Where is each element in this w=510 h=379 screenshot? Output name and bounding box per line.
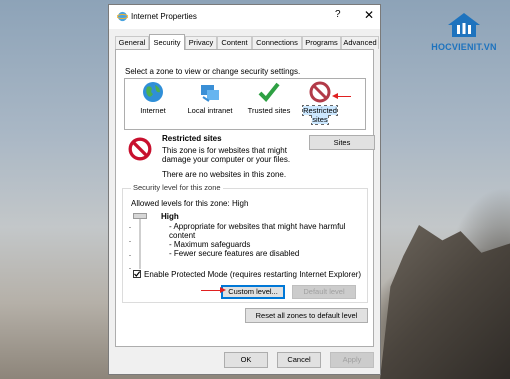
tab-programs[interactable]: Programs: [302, 36, 341, 49]
checkmark-icon: [258, 82, 280, 102]
protected-mode-label: Enable Protected Mode (requires restarti…: [144, 270, 361, 279]
zone-internet[interactable]: Internet: [126, 81, 180, 115]
custom-level-button[interactable]: Custom level...: [221, 285, 285, 299]
zone-description-line1: This zone is for websites that might: [162, 146, 287, 155]
zone-label: Restricted sites: [302, 105, 338, 125]
security-level-group: Security level for this zone Allowed lev…: [122, 183, 368, 303]
logo-mark-icon: [448, 13, 480, 37]
checkmark-icon: [134, 271, 141, 277]
protected-mode-checkbox[interactable]: [133, 270, 141, 278]
annotation-arrow: [201, 287, 226, 293]
slider-thumb[interactable]: [133, 213, 147, 219]
no-entry-icon: [309, 81, 331, 103]
zone-trusted-sites[interactable]: Trusted sites: [242, 81, 296, 115]
title-bar[interactable]: Internet Properties ? ✕: [109, 5, 380, 29]
zone-empty-text: There are no websites in this zone.: [162, 170, 287, 179]
group-label: Security level for this zone: [131, 183, 223, 192]
zone-label: Local intranet: [187, 106, 233, 115]
level-bullet: - Maximum safeguards: [169, 240, 251, 249]
sites-button[interactable]: Sites: [309, 135, 375, 150]
tab-content[interactable]: Content: [217, 36, 252, 49]
ok-button[interactable]: OK: [224, 352, 268, 368]
reset-all-zones-button[interactable]: Reset all zones to default level: [245, 308, 368, 323]
window-title: Internet Properties: [131, 12, 197, 21]
apply-button[interactable]: Apply: [330, 352, 374, 368]
tab-general[interactable]: General: [115, 36, 149, 49]
close-button[interactable]: ✕: [364, 8, 374, 22]
zone-label: Internet: [140, 106, 166, 115]
globe-icon: [143, 82, 163, 102]
network-icon: [201, 85, 219, 102]
level-bullet: - Fewer secure features are disabled: [169, 249, 300, 258]
restricted-zone-icon: [128, 137, 152, 161]
security-panel: Select a zone to view or change security…: [115, 49, 375, 347]
security-level-slider[interactable]: [129, 213, 147, 269]
level-bullet: content: [169, 231, 196, 240]
zone-list: Internet Local intranet Trusted sites Re…: [124, 78, 366, 130]
level-bullet: - Appropriate for websites that might ha…: [169, 222, 346, 231]
allowed-levels-text: Allowed levels for this zone: High: [131, 199, 249, 208]
watermark-logo: HOCVIENIT.VN: [425, 12, 503, 60]
default-level-button[interactable]: Default level: [292, 285, 356, 299]
zone-restricted-sites[interactable]: Restricted sites: [295, 81, 345, 125]
level-name: High: [161, 212, 179, 221]
tab-advanced[interactable]: Advanced: [341, 36, 379, 49]
zone-description-line2: damage your computer or your files.: [162, 155, 291, 164]
zone-title: Restricted sites: [162, 134, 222, 143]
help-button[interactable]: ?: [335, 9, 341, 20]
tab-security[interactable]: Security: [149, 34, 185, 50]
zone-label: Trusted sites: [247, 106, 291, 115]
zone-prompt: Select a zone to view or change security…: [125, 67, 301, 76]
tab-privacy[interactable]: Privacy: [185, 36, 217, 49]
ie-globe-icon: [117, 11, 128, 22]
internet-properties-dialog: Internet Properties ? ✕ General Security…: [108, 4, 381, 375]
annotation-arrow: [332, 93, 351, 99]
cancel-button[interactable]: Cancel: [277, 352, 321, 368]
watermark-text: HOCVIENIT.VN: [431, 42, 497, 52]
zone-local-intranet[interactable]: Local intranet: [180, 81, 240, 115]
tab-connections[interactable]: Connections: [252, 36, 302, 49]
